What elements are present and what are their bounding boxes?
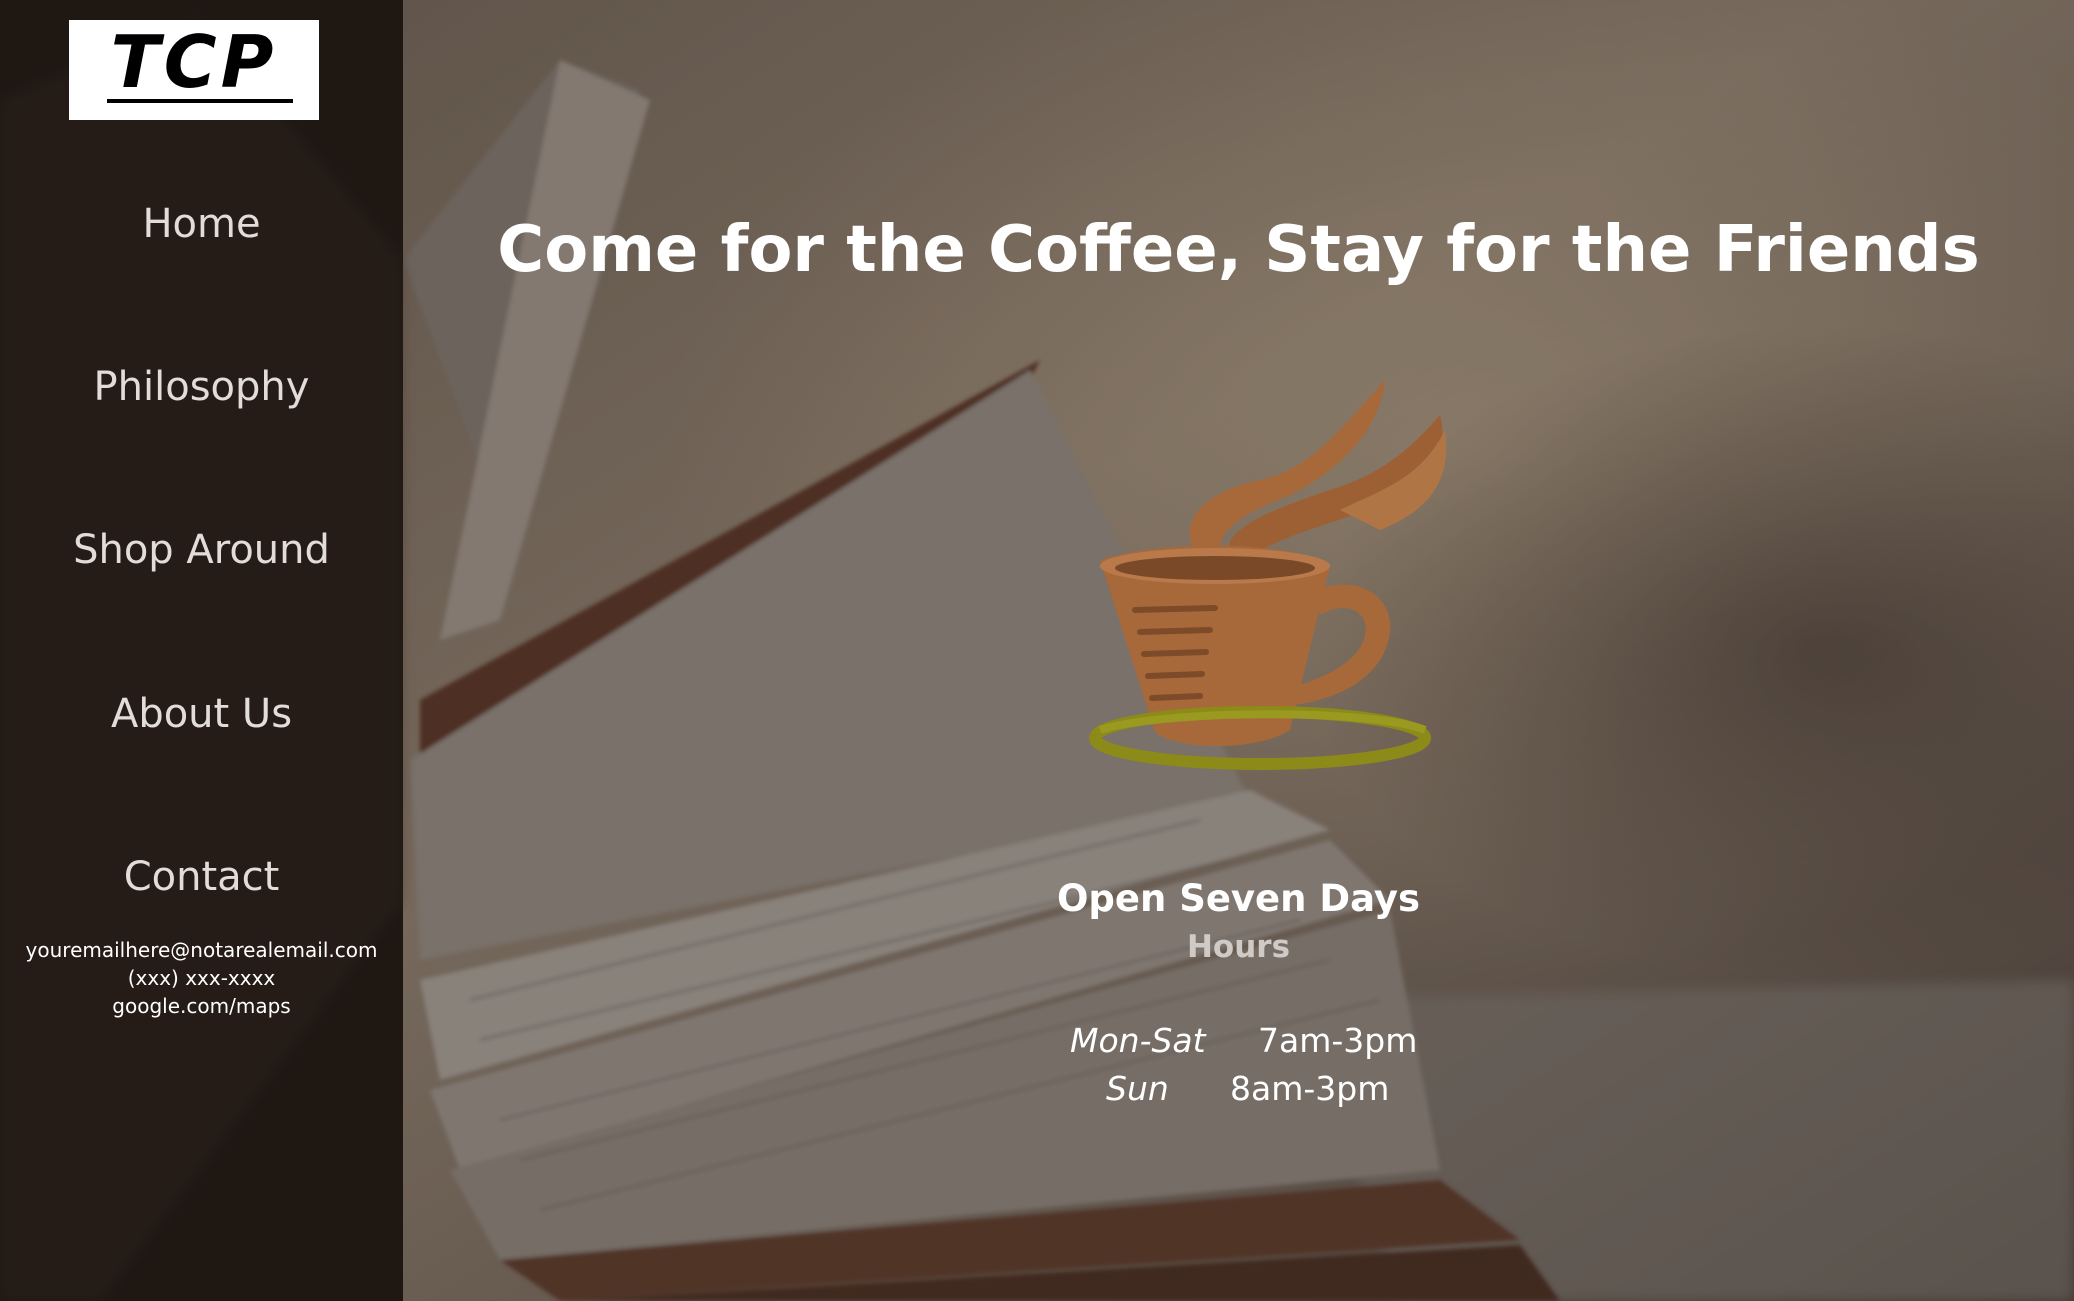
- hours-row-sun: Sun: [1106, 1072, 1169, 1105]
- nav-shop-around[interactable]: Shop Around: [0, 530, 403, 570]
- hours-row-sun-time: 8am-3pm: [1230, 1072, 1389, 1105]
- hours-row-mon-sat-time: 7am-3pm: [1258, 1024, 1417, 1057]
- coffee-cup-icon: [1089, 380, 1447, 770]
- hours-time: 8am-3pm: [1230, 1069, 1390, 1108]
- contact-phone[interactable]: (xxx) xxx-xxxx: [0, 964, 403, 992]
- hours-heading: Hours: [1186, 929, 1291, 965]
- page-headline: Come for the Coffee, Stay for the Friend…: [497, 213, 1980, 287]
- logo-underline: [107, 99, 293, 103]
- hours-time: 7am-3pm: [1258, 1021, 1418, 1060]
- contact-info: youremailhere@notarealemail.com (xxx) xx…: [0, 936, 403, 1020]
- nav-about-us[interactable]: About Us: [0, 694, 403, 734]
- nav-contact[interactable]: Contact: [0, 857, 403, 897]
- hours-row-mon-sat: Mon-Sat: [1070, 1024, 1206, 1057]
- open-days-heading: Open Seven Days: [1056, 877, 1421, 920]
- logo-text: TCP: [110, 20, 278, 104]
- page: TCP Home Philosophy Shop Around About Us…: [0, 0, 2074, 1301]
- contact-map-link[interactable]: google.com/maps: [0, 992, 403, 1020]
- sidebar: TCP Home Philosophy Shop Around About Us…: [0, 0, 403, 1301]
- contact-email[interactable]: youremailhere@notarealemail.com: [0, 936, 403, 964]
- hours-day: Sun: [1106, 1069, 1169, 1108]
- hours-day: Mon-Sat: [1070, 1021, 1206, 1060]
- nav-home[interactable]: Home: [0, 204, 403, 244]
- nav-philosophy[interactable]: Philosophy: [0, 367, 403, 407]
- logo[interactable]: TCP: [69, 20, 319, 120]
